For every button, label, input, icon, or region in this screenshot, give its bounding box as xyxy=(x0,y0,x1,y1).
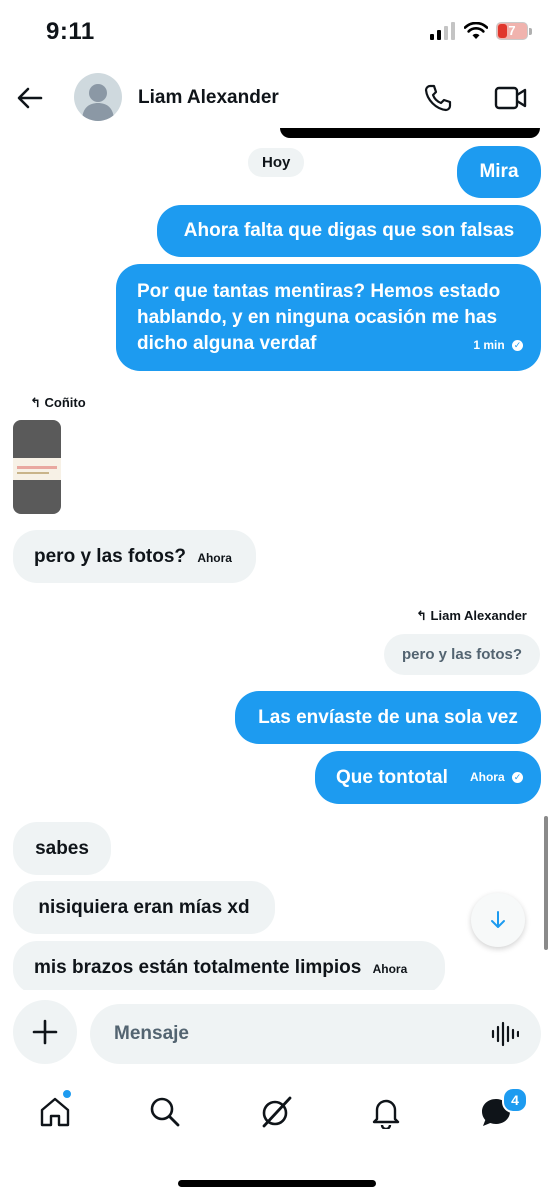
signal-icon xyxy=(430,22,455,40)
reply-to-name: Coñito xyxy=(44,395,86,410)
message-text: nisiquiera eran mías xd xyxy=(38,897,250,918)
message-text: sabes xyxy=(35,838,89,859)
message-time: Ahora xyxy=(372,962,408,976)
status-icons: 7 xyxy=(430,22,532,40)
message-bubble-outgoing[interactable]: Las envíaste de una sola vez xyxy=(235,691,541,744)
status-time: 9:11 xyxy=(46,18,95,45)
reply-context: ↰ Coñito xyxy=(30,395,86,411)
sent-check-icon: ✓ xyxy=(512,772,523,784)
message-bubble-outgoing[interactable]: Ahora falta que digas que son falsas xyxy=(157,205,541,257)
message-bubble-outgoing[interactable]: Mira xyxy=(457,146,541,198)
phone-icon[interactable] xyxy=(422,82,454,114)
home-icon xyxy=(40,1097,70,1127)
previous-media-edge xyxy=(280,128,540,138)
battery-icon: 7 xyxy=(496,22,528,40)
bottom-nav: 4 xyxy=(0,1084,554,1144)
sent-check-icon: ✓ xyxy=(512,340,523,352)
message-time: 1 min xyxy=(473,338,505,352)
voice-waveform-icon[interactable] xyxy=(491,1021,519,1047)
back-arrow-icon[interactable] xyxy=(16,84,44,112)
message-bubble-incoming[interactable]: sabes xyxy=(13,822,111,875)
reply-to-name: Liam Alexander xyxy=(430,608,527,623)
nav-messages[interactable]: 4 xyxy=(466,1084,528,1140)
message-time: Ahora xyxy=(197,551,232,565)
home-notification-dot xyxy=(61,1088,73,1100)
message-bubble-outgoing[interactable]: Que tontotal Ahora ✓ xyxy=(315,751,541,804)
message-text: pero y las fotos? xyxy=(34,546,187,567)
grok-icon xyxy=(262,1096,292,1128)
nav-grok[interactable] xyxy=(246,1084,306,1140)
arrow-down-icon xyxy=(491,911,505,928)
message-bubble-outgoing[interactable]: Por que tantas mentiras? Hemos estado ha… xyxy=(116,264,541,371)
reply-arrow-icon: ↰ xyxy=(416,608,427,623)
contact-name[interactable]: Liam Alexander xyxy=(138,87,279,109)
message-bubble-incoming[interactable]: mis brazos están totalmente limpios Ahor… xyxy=(13,941,445,990)
wifi-icon xyxy=(464,22,488,39)
message-text: Las envíaste de una sola vez xyxy=(258,707,518,728)
default-avatar-icon xyxy=(82,84,114,121)
day-separator: Hoy xyxy=(248,148,305,177)
scrollbar[interactable] xyxy=(544,816,548,950)
message-meta: 1 min ✓ xyxy=(473,332,523,358)
scroll-to-bottom-button[interactable] xyxy=(471,893,525,947)
image-attachment[interactable] xyxy=(13,420,61,514)
nav-notifications[interactable] xyxy=(356,1084,416,1140)
home-indicator xyxy=(178,1180,376,1187)
bell-icon xyxy=(372,1099,400,1129)
reply-context: ↰ Liam Alexander xyxy=(416,608,527,624)
nav-home[interactable] xyxy=(25,1084,85,1140)
nav-search[interactable] xyxy=(135,1084,195,1140)
message-bubble-incoming[interactable]: nisiquiera eran mías xd xyxy=(13,881,275,934)
messages-badge: 4 xyxy=(502,1087,528,1113)
message-meta: Ahora ✓ xyxy=(470,751,523,804)
search-icon xyxy=(150,1097,180,1127)
contact-avatar[interactable] xyxy=(74,73,122,121)
message-composer[interactable] xyxy=(90,1004,541,1064)
message-text: Ahora falta que digas que son falsas xyxy=(183,220,515,241)
message-text: Que tontotal xyxy=(336,767,448,788)
plus-icon xyxy=(32,1019,58,1045)
message-text: Por que tantas mentiras? Hemos estado ha… xyxy=(137,281,501,354)
battery-level: 7 xyxy=(508,23,516,38)
quoted-message[interactable]: pero y las fotos? xyxy=(384,634,541,675)
message-text: Mira xyxy=(479,161,519,182)
message-bubble-incoming[interactable]: pero y las fotos? Ahora xyxy=(13,530,256,583)
message-time: Ahora xyxy=(469,770,505,784)
message-text: mis brazos están totalmente limpios xyxy=(34,957,362,978)
message-input[interactable] xyxy=(112,1022,416,1046)
video-call-icon[interactable] xyxy=(494,84,528,112)
reply-arrow-icon: ↰ xyxy=(30,395,41,410)
attach-button[interactable] xyxy=(13,1000,77,1064)
message-list[interactable]: Hoy Mira Ahora falta que digas que son f… xyxy=(0,128,554,990)
